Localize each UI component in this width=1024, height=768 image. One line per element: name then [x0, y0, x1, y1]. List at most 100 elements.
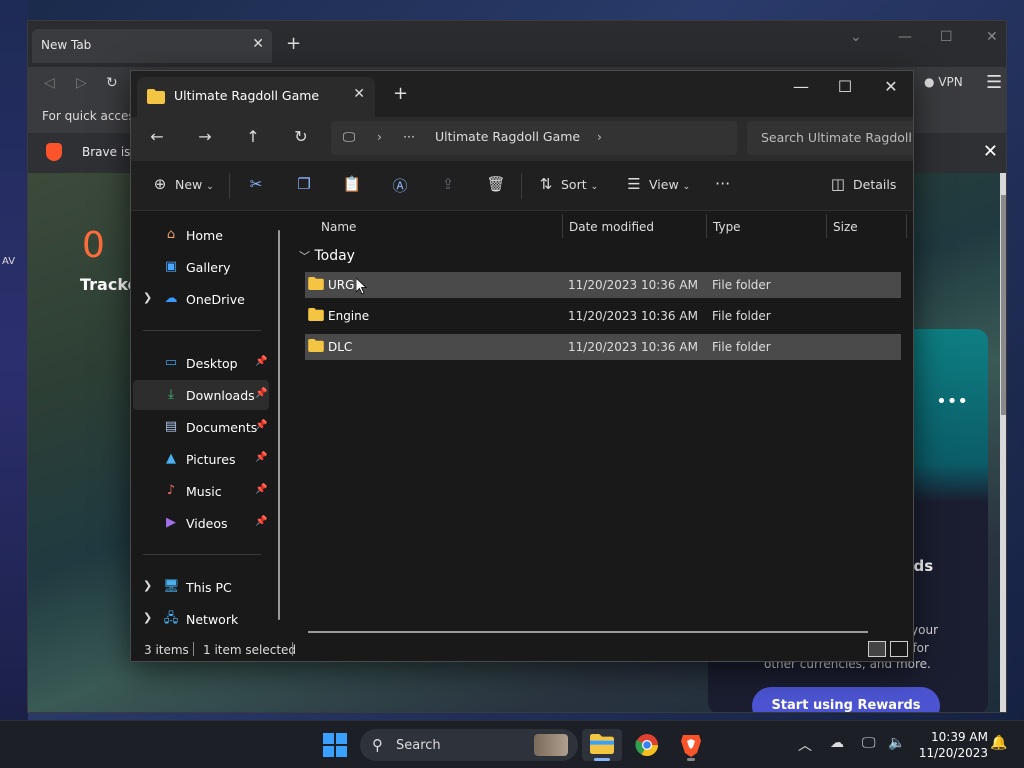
chevron-right-icon[interactable]: ›: [597, 129, 602, 144]
details-view-icon[interactable]: [868, 641, 886, 657]
close-icon[interactable]: ✕: [871, 77, 911, 96]
sort-icon[interactable]: ⇅: [535, 175, 557, 193]
maximize-icon[interactable]: ☐: [825, 77, 865, 96]
column-header-date[interactable]: Date modified: [569, 220, 654, 234]
maximize-icon[interactable]: ☐: [940, 29, 953, 45]
page-scrollbar[interactable]: [1000, 173, 1006, 712]
pin-icon[interactable]: 📌: [255, 452, 267, 463]
rename-icon[interactable]: Ⓐ: [389, 175, 411, 196]
sidebar-item-gallery[interactable]: ▣ Gallery: [133, 252, 269, 282]
sidebar-item-music[interactable]: ♪ Music 📌: [133, 476, 269, 506]
windows-start-icon[interactable]: [323, 733, 347, 757]
chevron-down-icon[interactable]: ⌄: [850, 29, 862, 45]
add-circle-icon[interactable]: ⊕: [149, 175, 171, 193]
sidebar-item-pictures[interactable]: ▲ Pictures 📌: [133, 444, 269, 474]
pin-icon[interactable]: 📌: [255, 484, 267, 495]
horizontal-scrollbar[interactable]: [308, 631, 868, 633]
close-icon[interactable]: ✕: [983, 141, 998, 162]
tiles-view-icon[interactable]: [890, 641, 908, 657]
chevron-right-icon[interactable]: ❯: [143, 611, 152, 624]
column-header-type[interactable]: Type: [713, 220, 741, 234]
refresh-icon[interactable]: ↻: [289, 127, 313, 146]
minimize-icon[interactable]: —: [898, 29, 912, 45]
menu-icon[interactable]: ☰: [986, 72, 1002, 93]
volume-icon[interactable]: 🔈: [888, 735, 905, 751]
chevron-right-icon[interactable]: ›: [377, 129, 382, 144]
scrollbar-thumb[interactable]: [1001, 195, 1006, 415]
taskbar-brave[interactable]: [671, 729, 711, 761]
more-options-button[interactable]: ···: [715, 174, 730, 193]
table-row[interactable]: URG 11/20/2023 10:36 AM File folder: [305, 272, 901, 298]
sidebar-item-videos[interactable]: ▶ Videos 📌: [133, 508, 269, 538]
close-icon[interactable]: ✕: [252, 36, 264, 52]
delete-icon[interactable]: 🗑: [485, 175, 507, 193]
close-icon[interactable]: ✕: [986, 29, 998, 45]
chevron-right-icon[interactable]: ❯: [143, 291, 152, 304]
view-icon[interactable]: ☰: [623, 175, 645, 193]
paste-icon[interactable]: 📋: [341, 175, 363, 193]
copy-icon[interactable]: ❐: [293, 175, 315, 193]
column-divider[interactable]: [562, 214, 563, 238]
search-input[interactable]: Search Ultimate Ragdoll Game: [747, 121, 913, 155]
taskbar-search-label: Search: [396, 738, 441, 753]
sidebar-item-home[interactable]: ⌂ Home: [133, 220, 269, 250]
up-icon[interactable]: ↑: [241, 127, 265, 146]
sidebar-item-onedrive[interactable]: ❯ ☁ OneDrive: [133, 284, 269, 314]
taskbar-search[interactable]: ⚲ Search: [360, 729, 578, 761]
taskbar-file-explorer[interactable]: [582, 729, 622, 761]
system-clock[interactable]: 10:39 AM 11/20/2023: [910, 729, 988, 761]
taskbar-chrome[interactable]: [627, 729, 667, 761]
chevron-up-icon[interactable]: ︿: [798, 735, 812, 755]
chevron-right-icon[interactable]: ❯: [143, 579, 152, 592]
sidebar-item-downloads[interactable]: ⤓ Downloads 📌: [133, 380, 269, 410]
sidebar-item-desktop[interactable]: ▭ Desktop 📌: [133, 348, 269, 378]
sidebar-scrollbar[interactable]: [278, 230, 280, 620]
file-date: 11/20/2023 10:36 AM: [568, 340, 698, 354]
column-header-name[interactable]: Name: [321, 220, 356, 234]
column-divider[interactable]: [706, 214, 707, 238]
group-header-today[interactable]: ﹀ Today: [299, 248, 355, 264]
more-icon[interactable]: •••: [936, 391, 968, 412]
display-icon[interactable]: 🖵: [862, 735, 876, 751]
new-tab-button[interactable]: +: [286, 33, 301, 54]
details-button[interactable]: Details: [853, 177, 896, 192]
sidebar-item-this-pc[interactable]: ❯ 🖥 This PC: [133, 572, 269, 602]
forward-icon[interactable]: →: [193, 127, 217, 146]
share-icon[interactable]: ⇪: [437, 175, 459, 193]
start-rewards-button[interactable]: Start using Rewards: [752, 687, 940, 712]
details-pane-icon[interactable]: ◫: [827, 175, 849, 193]
forward-icon[interactable]: ▷: [76, 75, 87, 91]
sort-button[interactable]: Sort ⌄: [561, 177, 598, 192]
cut-icon[interactable]: ✂: [245, 175, 267, 193]
breadcrumb-current[interactable]: Ultimate Ragdoll Game: [435, 129, 580, 144]
sidebar-item-documents[interactable]: ▤ Documents 📌: [133, 412, 269, 442]
monitor-icon[interactable]: 🖵: [343, 129, 355, 145]
back-icon[interactable]: ◁: [44, 75, 55, 91]
reload-icon[interactable]: ↻: [106, 75, 118, 91]
table-row[interactable]: Engine 11/20/2023 10:36 AM File folder: [305, 303, 901, 329]
notification-bell-icon[interactable]: 🔔: [990, 735, 1007, 751]
table-row[interactable]: DLC 11/20/2023 10:36 AM File folder: [305, 334, 901, 360]
pin-icon[interactable]: 📌: [255, 388, 267, 399]
new-tab-button[interactable]: +: [393, 83, 408, 104]
back-icon[interactable]: ←: [145, 127, 169, 146]
pin-icon[interactable]: 📌: [255, 420, 267, 431]
sidebar-item-network[interactable]: ❯ 🖧 Network: [133, 604, 269, 634]
new-button[interactable]: New ⌄: [175, 177, 214, 192]
view-button[interactable]: View ⌄: [649, 177, 690, 192]
column-header-size[interactable]: Size: [833, 220, 858, 234]
column-divider[interactable]: [826, 214, 827, 238]
breadcrumb-overflow[interactable]: ···: [403, 129, 415, 144]
minimize-icon[interactable]: —: [781, 77, 821, 96]
column-divider[interactable]: [906, 214, 907, 238]
folder-icon: [147, 89, 165, 104]
cloud-icon[interactable]: ☁: [830, 735, 844, 751]
browser-tab[interactable]: New Tab ✕: [32, 29, 272, 63]
address-bar[interactable]: 🖵 › ··· Ultimate Ragdoll Game ›: [331, 121, 737, 155]
explorer-tab[interactable]: Ultimate Ragdoll Game ✕: [137, 77, 375, 117]
vpn-button[interactable]: ● VPN: [924, 75, 963, 89]
close-icon[interactable]: ✕: [353, 86, 365, 102]
pin-icon[interactable]: 📌: [255, 516, 267, 527]
pin-icon[interactable]: 📌: [255, 356, 267, 367]
explorer-titlebar: Ultimate Ragdoll Game ✕ + — ☐ ✕: [131, 71, 913, 117]
